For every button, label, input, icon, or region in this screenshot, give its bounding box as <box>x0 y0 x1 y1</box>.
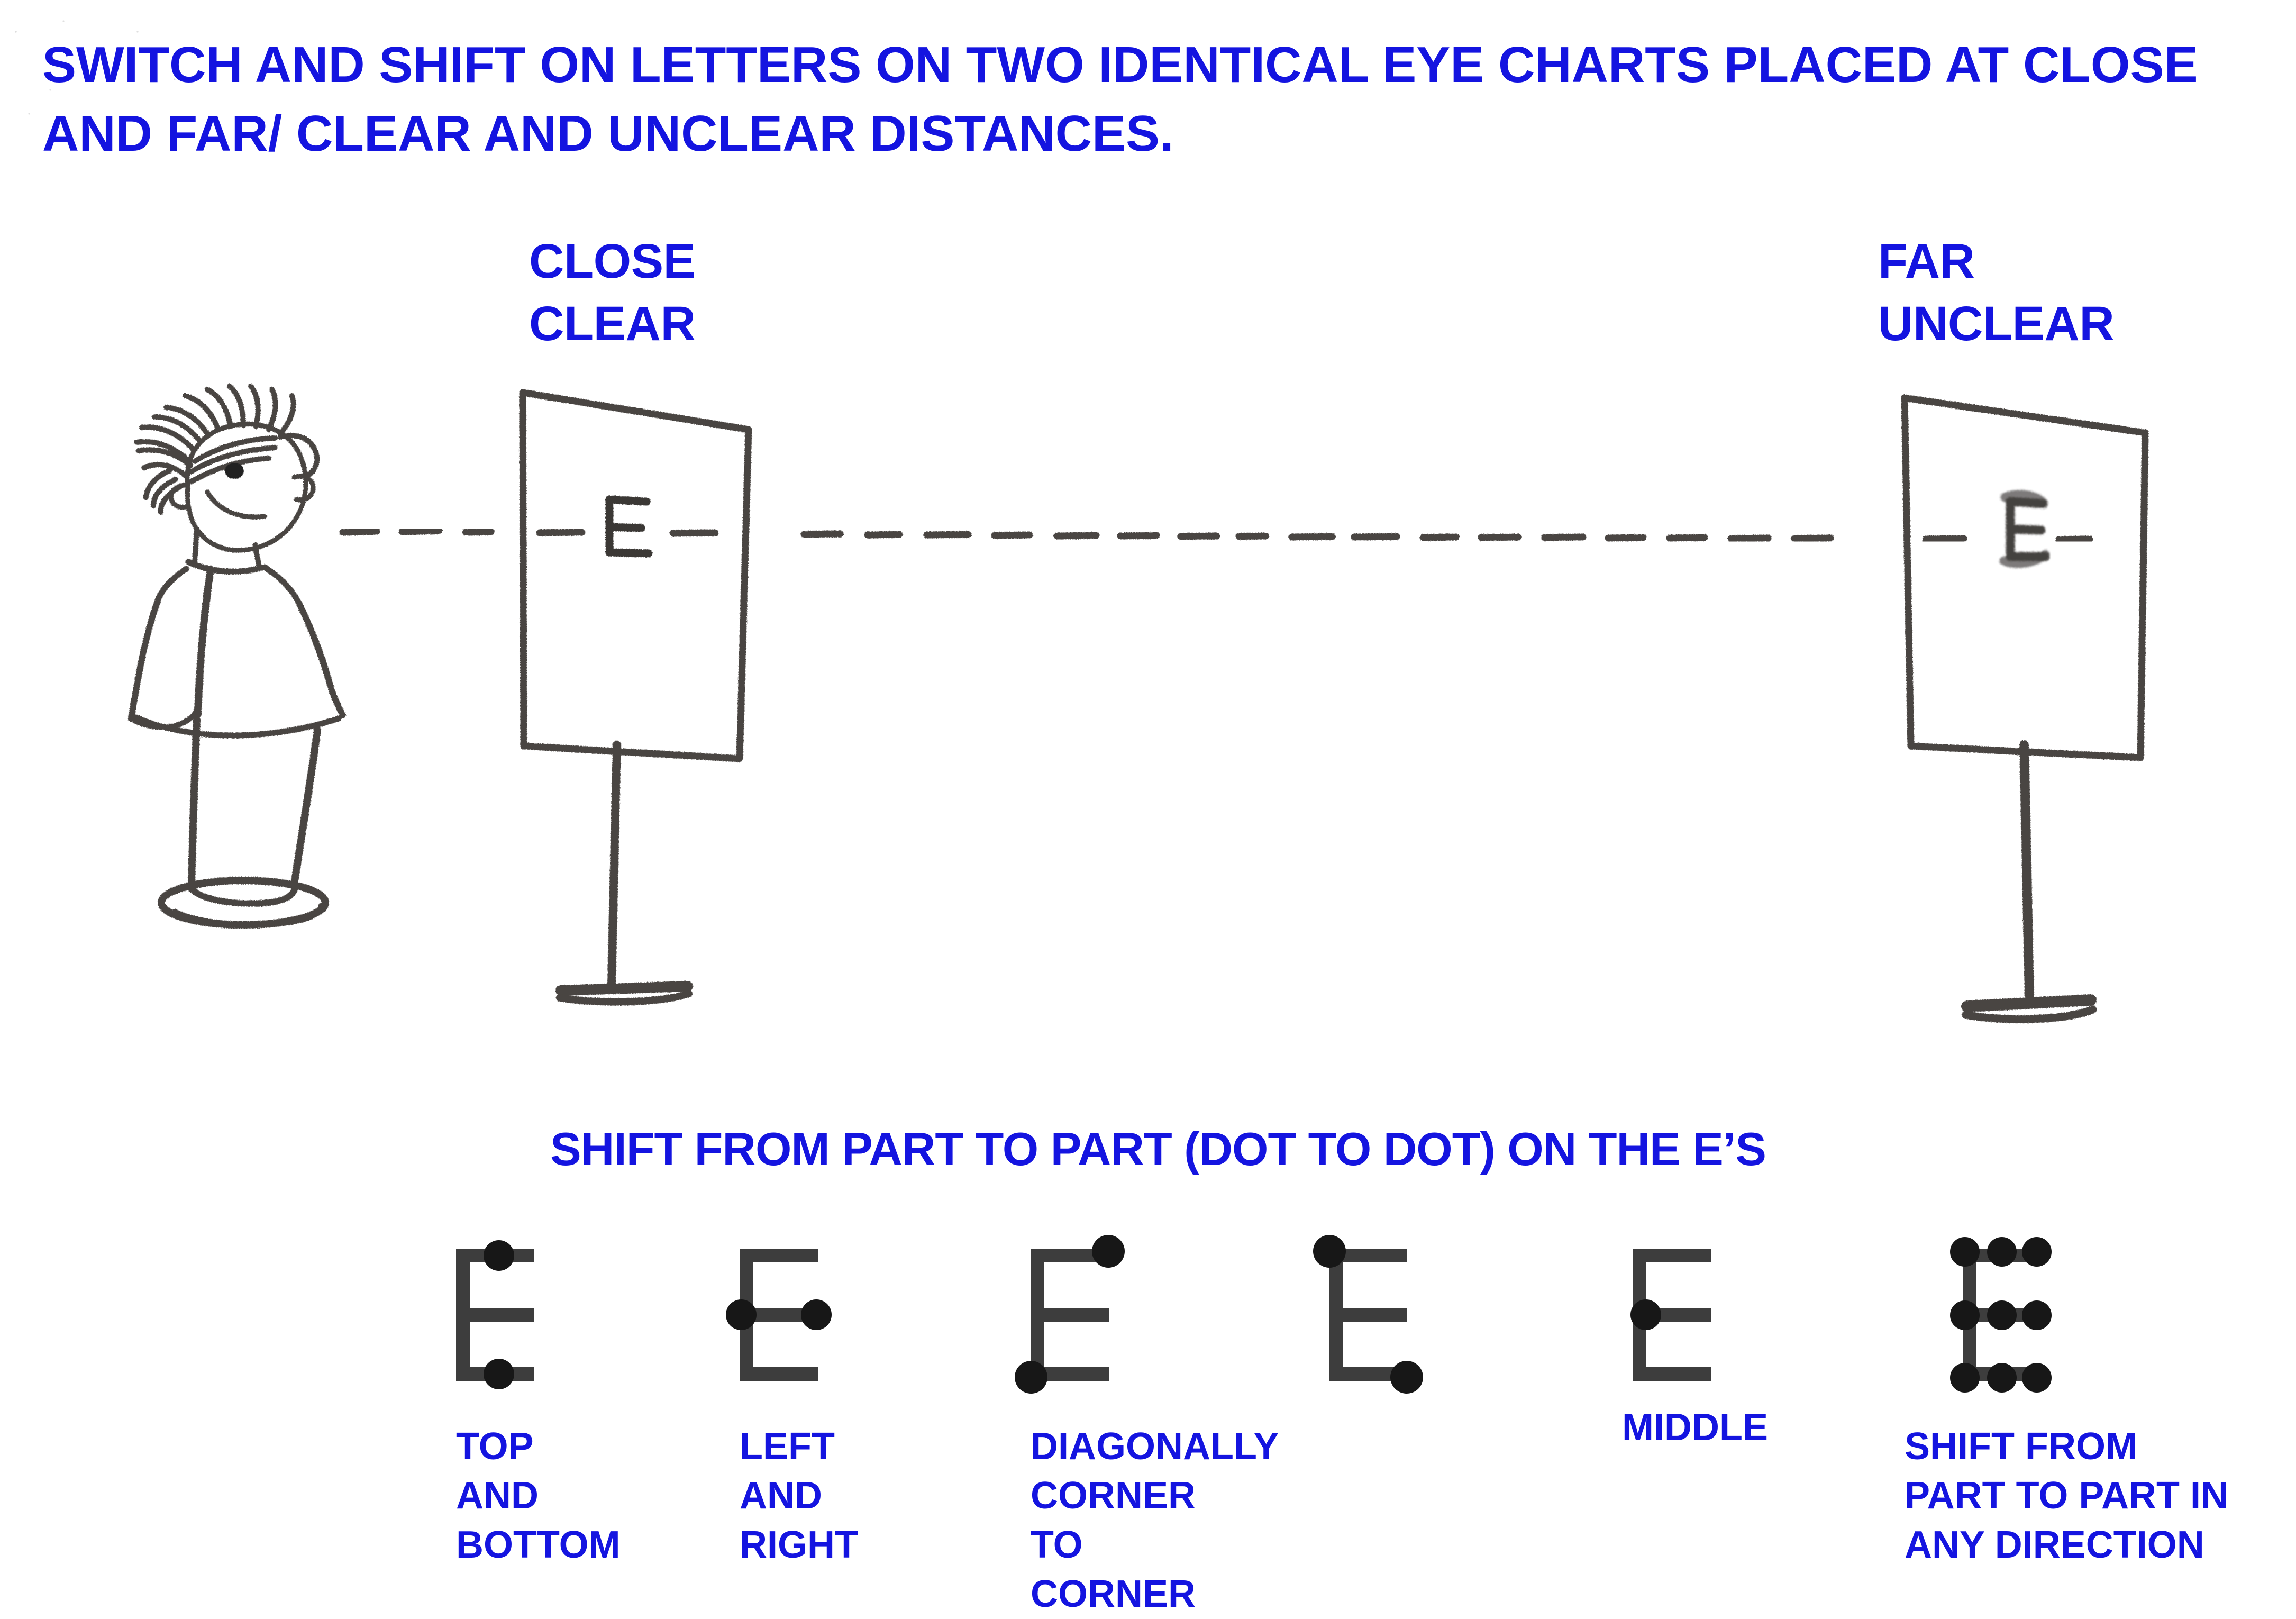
sight-line-dashes <box>339 527 2093 543</box>
e-caption-top-and-bottom: TOP AND BOTTOM <box>456 1425 621 1566</box>
close-board <box>519 389 752 762</box>
close-base <box>555 981 693 996</box>
e-dot-bottom-right <box>2022 1363 2052 1393</box>
e-caption-diagonally-corner-to-corner: DIAGONALLY CORNER TO CORNER <box>1031 1425 1279 1615</box>
e-arm-middle <box>1329 1308 1407 1322</box>
nose <box>168 482 191 510</box>
far-e-top-arm <box>2006 497 2048 508</box>
subtitle: SHIFT FROM PART TO PART (DOT TO DOT) ON … <box>550 1123 1766 1175</box>
e-dot-middle-right <box>801 1299 832 1330</box>
e-example-top-and-bottom <box>456 1240 557 1389</box>
e-caption-any-direction: SHIFT FROM PART TO PART IN ANY DIRECTION <box>1905 1425 2228 1566</box>
mouth <box>205 489 267 520</box>
e-dot-middle-left <box>1950 1300 1980 1330</box>
far-chart-letter-e <box>1999 490 2050 568</box>
e-dot-top-middle <box>1987 1237 2017 1267</box>
neck-right <box>252 542 262 570</box>
close-pole <box>607 741 621 988</box>
e-caption-middle: MIDDLE <box>1622 1406 1768 1449</box>
e-arm-middle <box>1031 1308 1109 1322</box>
e-example-middle <box>1630 1249 1733 1381</box>
e-arm-bottom <box>1633 1367 1711 1381</box>
left-arm-outer <box>133 595 162 691</box>
far-board <box>1901 394 2149 761</box>
collar <box>185 559 267 575</box>
e-arm-top <box>740 1249 818 1262</box>
e-dot-top-left <box>1950 1237 1980 1267</box>
e-dot-bottom-left <box>1015 1361 1047 1394</box>
e-dot-middle-left <box>726 1299 757 1330</box>
far-chart-label: FAR UNCLEAR <box>1878 234 2115 351</box>
right-leg <box>290 726 321 888</box>
left-hand <box>129 706 199 730</box>
e-dot-center <box>1630 1299 1661 1330</box>
e-dot-top-left <box>1313 1235 1346 1268</box>
e-dot-bottom-middle <box>484 1359 514 1389</box>
page-title: SWITCH AND SHIFT ON LETTERS ON TWO IDENT… <box>42 37 2198 162</box>
hair <box>134 384 320 515</box>
shoes <box>158 877 329 929</box>
e-dot-bottom-left <box>1950 1363 1980 1393</box>
e-example-diagonal-b <box>1313 1235 1429 1394</box>
e-arm-bottom <box>740 1367 818 1381</box>
e-dot-middle-right <box>2022 1300 2052 1330</box>
close-e-top-arm <box>605 495 651 506</box>
neck-left <box>192 526 199 565</box>
close-e-bottom-arm <box>605 548 653 558</box>
e-dot-bottom-right <box>1390 1361 1423 1394</box>
e-arm-top <box>1633 1249 1711 1262</box>
e-dot-middle-center <box>1987 1300 2017 1330</box>
left-leg <box>188 716 201 893</box>
person-figure <box>128 384 346 929</box>
trouser-hem <box>188 884 298 907</box>
diagram-canvas: SWITCH AND SHIFT ON LETTERS ON TWO IDENT… <box>0 0 2296 1619</box>
far-e-mid-arm <box>2006 524 2046 535</box>
close-e-mid-arm <box>605 523 645 532</box>
e-dot-top-middle <box>484 1240 514 1271</box>
close-chart-letter-e <box>605 495 653 558</box>
head-outline <box>185 422 308 553</box>
ear <box>291 474 316 503</box>
right-arm-outer <box>296 601 335 695</box>
far-eye-chart <box>1901 394 2149 1023</box>
shirt-hem <box>133 714 342 739</box>
e-arm-middle <box>456 1308 534 1322</box>
close-eye-chart <box>519 389 752 1006</box>
close-chart-label: CLOSE CLEAR <box>529 234 696 351</box>
far-base <box>1961 994 2097 1012</box>
e-dot-top-right <box>1092 1235 1125 1268</box>
e-example-left-and-right <box>726 1249 840 1381</box>
e-caption-left-and-right: LEFT AND RIGHT <box>740 1425 858 1566</box>
e-example-diagonal-a <box>1015 1235 1131 1394</box>
arm-inner-line <box>194 566 214 718</box>
e-dot-bottom-middle <box>1987 1363 2017 1393</box>
e-example-any-direction <box>1950 1237 2063 1393</box>
e-dot-top-right <box>2022 1237 2052 1267</box>
eye <box>225 463 244 479</box>
far-pole <box>2019 740 2034 999</box>
